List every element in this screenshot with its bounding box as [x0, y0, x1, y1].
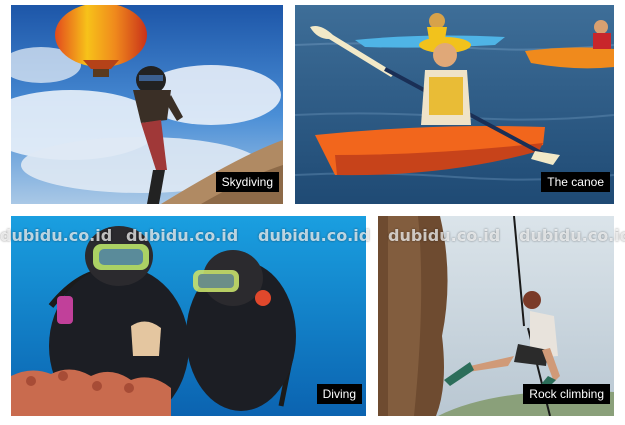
caption-skydiving: Skydiving	[215, 172, 279, 192]
rock-climbing-photo: Rock climbing	[378, 216, 614, 416]
canoe-photo: The canoe	[295, 5, 614, 204]
caption-canoe: The canoe	[541, 172, 610, 192]
caption-rock-climbing: Rock climbing	[523, 384, 610, 404]
caption-diving: Diving	[316, 384, 362, 404]
skydiving-photo: Skydiving	[11, 5, 283, 204]
diving-photo: Diving	[11, 216, 366, 416]
